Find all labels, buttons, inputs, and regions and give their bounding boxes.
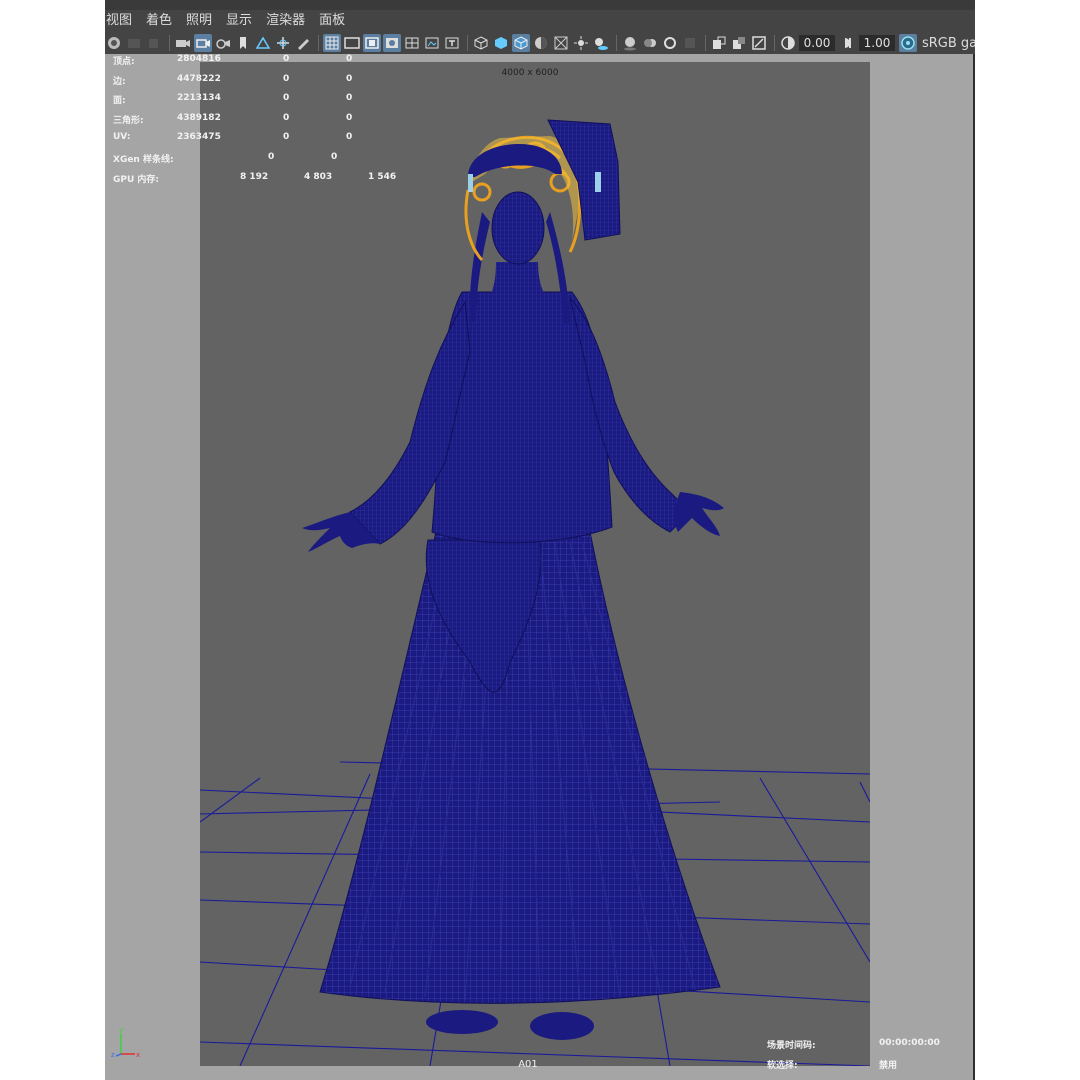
camera-name-label: A01 xyxy=(518,1059,538,1070)
hud-row-value: 0 xyxy=(346,54,353,64)
hud-row-value: 0 xyxy=(346,132,353,143)
svg-text:z: z xyxy=(111,1051,115,1059)
image-plane-icon[interactable] xyxy=(254,34,272,52)
hud-row-value: 4 803 xyxy=(304,171,333,182)
lights-icon[interactable] xyxy=(572,34,590,52)
scene-timecode-label: 场景时间码: xyxy=(767,1041,816,1051)
two-d-pan-icon[interactable] xyxy=(274,34,292,52)
motion-blur-icon[interactable] xyxy=(641,34,659,52)
panel-menu-bar: 视图 着色 照明 显示 渲染器 面板 xyxy=(105,10,975,32)
hud-row-value: 4478222 xyxy=(177,73,221,84)
hud-row-value: 2804816 xyxy=(177,54,221,64)
hud-row-value: 0 xyxy=(331,151,338,162)
smooth-shade-icon[interactable] xyxy=(492,34,510,52)
hud-row-value: 8 192 xyxy=(240,171,269,182)
camera-attributes-icon[interactable] xyxy=(125,34,143,52)
viewport-panel[interactable]: 4000 x 6000 顶点: 2804816 0 0 边: 4478222 0 0 面: 221… xyxy=(105,54,973,1080)
hud-row-value: 0 xyxy=(283,73,290,84)
hud-row-value: 0 xyxy=(283,112,290,123)
hud-row-value: 0 xyxy=(283,132,290,143)
menu-view[interactable]: 视图 xyxy=(105,10,139,32)
select-camera-icon[interactable] xyxy=(105,34,123,52)
hud-row-value: 0 xyxy=(346,112,353,123)
hud-row-value: 0 xyxy=(346,73,353,84)
menu-panels[interactable]: 面板 xyxy=(312,10,352,32)
resolution-gate-icon[interactable] xyxy=(363,34,381,52)
soft-select-label: 软选择: xyxy=(767,1061,798,1071)
screen-space-ao-icon[interactable] xyxy=(621,34,639,52)
hud-row-value: 2363475 xyxy=(177,132,221,143)
textured-icon[interactable] xyxy=(532,34,550,52)
hud-row-label: XGen 样条线: xyxy=(113,154,174,165)
grease-pencil-icon[interactable] xyxy=(294,34,312,52)
camera-view-icon[interactable] xyxy=(214,34,232,52)
resolution-gate-label: 4000 x 6000 xyxy=(501,68,559,78)
camera-icon[interactable] xyxy=(174,34,192,52)
hud-row-label: 边: xyxy=(113,76,126,87)
hud-row-value: 0 xyxy=(283,54,290,64)
toolbar-separator xyxy=(467,35,468,51)
menu-show[interactable]: 显示 xyxy=(219,10,259,32)
exposure-field[interactable]: 0.00 xyxy=(799,35,835,51)
toolbar-separator xyxy=(616,35,617,51)
toolbar-separator xyxy=(318,35,319,51)
menu-lighting[interactable]: 照明 xyxy=(179,10,219,32)
hud-row-value: 0 xyxy=(346,93,353,104)
resolution-gate: 4000 x 6000 xyxy=(200,62,870,1066)
scene-timecode-value: 00:00:00:00 xyxy=(879,1038,940,1048)
hud-row-label: 面: xyxy=(113,96,126,107)
title-strip xyxy=(105,0,975,10)
field-chart-icon[interactable] xyxy=(403,34,421,52)
gamma-field[interactable]: 1.00 xyxy=(859,35,895,51)
hud-row-label: 三角形: xyxy=(113,115,144,126)
toolbar-separator xyxy=(169,35,170,51)
toolbar-separator xyxy=(705,35,706,51)
menu-renderer[interactable]: 渲染器 xyxy=(259,10,312,32)
soft-select-value: 禁用 xyxy=(879,1061,898,1071)
hud-row-value: 0 xyxy=(268,151,275,162)
xray-icon[interactable] xyxy=(730,34,748,52)
view-transform-label[interactable]: sRGB ga xyxy=(922,36,975,51)
svg-text:y: y xyxy=(119,1026,123,1034)
multisample-aa-icon[interactable] xyxy=(661,34,679,52)
hud-row-value: 2213134 xyxy=(177,93,221,104)
svg-text:x: x xyxy=(136,1051,140,1059)
soft-select-row: 软选择: 禁用 xyxy=(767,1058,967,1078)
gamma-icon[interactable] xyxy=(839,34,857,52)
hud-bottom-right: 场景时间码: 00:00:00:00 软选择: 禁用 xyxy=(767,1038,967,1078)
hud-row-label: UV: xyxy=(113,132,131,143)
safe-title-icon[interactable] xyxy=(443,34,461,52)
film-gate-icon[interactable] xyxy=(343,34,361,52)
lock-camera-icon[interactable] xyxy=(194,34,212,52)
toolbar-separator xyxy=(774,35,775,51)
shadows-icon[interactable] xyxy=(592,34,610,52)
grid-icon[interactable] xyxy=(323,34,341,52)
menu-shading[interactable]: 着色 xyxy=(139,10,179,32)
hud-row-value: 1 546 xyxy=(368,171,397,182)
wireframe-icon[interactable] xyxy=(472,34,490,52)
isolate-icon[interactable] xyxy=(710,34,728,52)
hud-row-label: GPU 内存: xyxy=(113,174,160,185)
color-management-icon[interactable] xyxy=(899,34,917,52)
maya-window: 视图 着色 照明 显示 渲染器 面板 0.00 1.00 sRGB ga 400… xyxy=(105,0,975,1080)
xray-joints-icon[interactable] xyxy=(750,34,768,52)
hud-row-value: 4389182 xyxy=(177,112,221,123)
hud-row-value: 0 xyxy=(283,93,290,104)
safe-action-icon[interactable] xyxy=(423,34,441,52)
panel-toolbar: 0.00 1.00 sRGB ga xyxy=(105,32,975,54)
hud-row-label: 顶点: xyxy=(113,57,135,67)
bookmark-icon[interactable] xyxy=(234,34,252,52)
panel-right-border xyxy=(973,54,975,1080)
use-all-lights-icon[interactable] xyxy=(552,34,570,52)
gate-mask-icon[interactable] xyxy=(383,34,401,52)
scene-timecode-row: 场景时间码: 00:00:00:00 xyxy=(767,1038,967,1058)
bookmarks-icon[interactable] xyxy=(145,34,163,52)
depth-of-field-icon[interactable] xyxy=(681,34,699,52)
wireframe-figure[interactable] xyxy=(200,62,870,1066)
view-axis-icon: y x z xyxy=(111,1026,140,1059)
exposure-icon[interactable] xyxy=(779,34,797,52)
wireframe-on-shaded-icon[interactable] xyxy=(512,34,530,52)
